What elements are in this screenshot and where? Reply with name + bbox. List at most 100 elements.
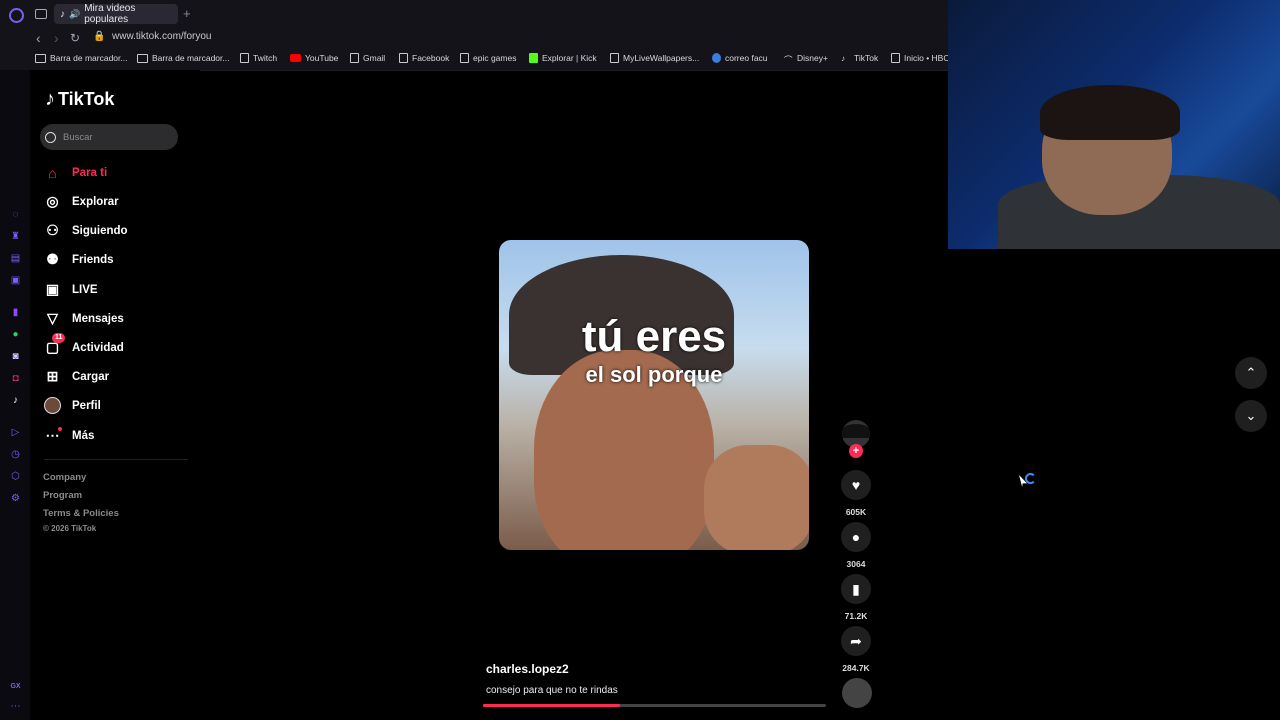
bookmark-facebook[interactable]: Facebook [399, 53, 449, 63]
nav-friends[interactable]: ⚉ Friends [44, 251, 113, 268]
share-count: 284.7K [842, 663, 870, 673]
bookmark-tiktok[interactable]: ♪ TikTok [841, 53, 878, 63]
chevron-up-icon: ⌃ [1245, 365, 1257, 380]
gx-corner-icon[interactable]: ◌ [10, 209, 21, 220]
history-icon[interactable]: ◷ [10, 449, 21, 460]
video-player[interactable]: tú eres el sol porque [499, 240, 809, 550]
aria-icon[interactable]: ♜ [10, 231, 21, 242]
speaker-icon[interactable]: 🔊 [69, 9, 80, 20]
previous-video-button[interactable]: ⌃ [1235, 357, 1267, 389]
player-icon[interactable]: ▤ [10, 253, 21, 264]
gx-footer-label[interactable]: GX [10, 681, 21, 692]
nav-siguiendo[interactable]: ⚇ Siguiendo [44, 222, 127, 239]
more-options-icon[interactable]: ⋯ [10, 701, 21, 712]
bookmark-kick[interactable]: Explorar | Kick [529, 53, 597, 63]
video-description: consejo para que no te rindas [486, 685, 618, 696]
folder-icon [137, 53, 148, 63]
back-icon[interactable]: ‹ [36, 30, 41, 46]
play-icon[interactable]: ▷ [10, 427, 21, 438]
kick-icon [529, 53, 538, 63]
follow-plus-icon[interactable]: + [849, 444, 863, 458]
tab-switcher-icon[interactable] [35, 9, 47, 19]
bookmark-folder[interactable]: Barra de marcador... [35, 53, 127, 63]
reload-icon[interactable]: ↻ [70, 31, 80, 45]
tiktok-nav-panel: ♪ TikTok ⌂ Para ti ◎ Explorar ⚇ Siguiend… [30, 70, 200, 720]
comment-button[interactable]: ● [841, 522, 871, 552]
tiktok-favicon-icon: ♪ [60, 8, 65, 20]
browser-tab[interactable]: ♪ 🔊 Mira videos populares [54, 3, 178, 25]
lock-icon: 🔒 [93, 31, 106, 42]
nav-cargar[interactable]: ⊞ Cargar [44, 368, 109, 385]
save-count: 71.2K [844, 611, 868, 621]
search-input[interactable] [61, 130, 165, 144]
nav-para-ti[interactable]: ⌂ Para ti [44, 164, 107, 181]
avatar [44, 397, 61, 414]
nav-divider [44, 459, 188, 460]
forward-icon[interactable]: › [54, 30, 59, 46]
nav-explorar[interactable]: ◎ Explorar [44, 193, 118, 210]
video-hand-shape [704, 445, 809, 550]
music-disc-avatar[interactable] [842, 678, 872, 708]
bookmark-epic-games[interactable]: epic games [460, 53, 516, 63]
bookmark-disney[interactable]: ⌒ Disney+ [784, 53, 828, 65]
bookmark-twitch[interactable]: Twitch [240, 53, 277, 63]
music-icon[interactable]: ▣ [10, 275, 21, 286]
discord-icon[interactable]: ◙ [10, 351, 21, 362]
bookmark-icon: ▮ [852, 580, 860, 597]
tab-title: Mira videos populares [84, 3, 136, 25]
new-tab-button[interactable]: + [183, 6, 191, 21]
bookmark-folder[interactable]: Barra de marcador... [137, 53, 229, 63]
like-button[interactable]: ♥ [841, 470, 871, 500]
compass-icon: ◎ [46, 193, 59, 209]
loading-spinner-icon [1025, 473, 1036, 484]
video-author[interactable]: charles.lopez2 [486, 662, 569, 676]
webcam-person-hair [1040, 85, 1180, 140]
youtube-icon [290, 54, 301, 62]
nav-mas[interactable]: ⋯ Más [44, 427, 94, 444]
nav-mensajes[interactable]: ▽ Mensajes [44, 310, 124, 327]
like-count: 605K [845, 507, 867, 517]
footer-company-link[interactable]: Company [43, 472, 86, 483]
comment-icon: ● [851, 529, 861, 545]
activity-badge: 11 [52, 333, 66, 343]
page-icon [610, 53, 619, 63]
messages-icon: ▽ [47, 310, 58, 326]
save-button[interactable]: ▮ [841, 574, 871, 604]
video-caption-line2: el sol porque [585, 362, 723, 387]
friends-icon: ⚉ [46, 251, 59, 267]
tiktok-sidebar-icon[interactable]: ♪ [10, 395, 21, 406]
tiktok-logo[interactable]: ♪ TikTok [45, 88, 114, 111]
disney-icon: ⌒ [784, 55, 793, 65]
notification-dot [58, 427, 62, 431]
opera-sidebar: ◌ ♜ ▤ ▣ ▮ ● ◙ ◘ ♪ ▷ ◷ ⬡ ⚙ GX ⋯ [0, 70, 30, 720]
copyright-text: © 2026 TikTok [43, 524, 97, 533]
search-box[interactable] [40, 124, 178, 150]
whatsapp-icon[interactable]: ● [10, 329, 21, 340]
nav-live[interactable]: ▣ LIVE [44, 281, 98, 298]
page-icon [891, 53, 900, 63]
twitch-icon[interactable]: ▮ [10, 307, 21, 318]
mail-icon [712, 53, 721, 63]
next-video-button[interactable]: ⌄ [1235, 400, 1267, 432]
settings-icon[interactable]: ⚙ [10, 493, 21, 504]
bookmark-hbo[interactable]: Inicio • HBO [891, 53, 950, 63]
share-button[interactable]: ➦ [841, 626, 871, 656]
footer-terms-link[interactable]: Terms & Policies [43, 508, 119, 519]
folder-icon [35, 53, 46, 63]
tiktok-note-icon: ♪ [45, 88, 55, 110]
bookmark-gmail[interactable]: Gmail [350, 53, 385, 63]
bookmark-correo[interactable]: correo facu [712, 53, 768, 63]
footer-program-link[interactable]: Program [43, 490, 82, 501]
nav-actividad[interactable]: ▢ 11 Actividad [44, 333, 124, 356]
live-icon: ▣ [45, 281, 60, 297]
page-icon [350, 53, 359, 63]
bookmark-youtube[interactable]: YouTube [290, 53, 338, 63]
instagram-icon[interactable]: ◘ [10, 373, 21, 384]
opera-gx-icon[interactable] [9, 8, 24, 23]
page-icon [399, 53, 408, 63]
url-field[interactable]: www.tiktok.com/foryou [112, 31, 211, 42]
nav-perfil[interactable]: Perfil [44, 397, 101, 414]
bookmark-mylivewallpapers[interactable]: MyLiveWallpapers... [610, 53, 699, 63]
extensions-icon[interactable]: ⬡ [10, 471, 21, 482]
video-progress-bar[interactable] [483, 704, 826, 707]
